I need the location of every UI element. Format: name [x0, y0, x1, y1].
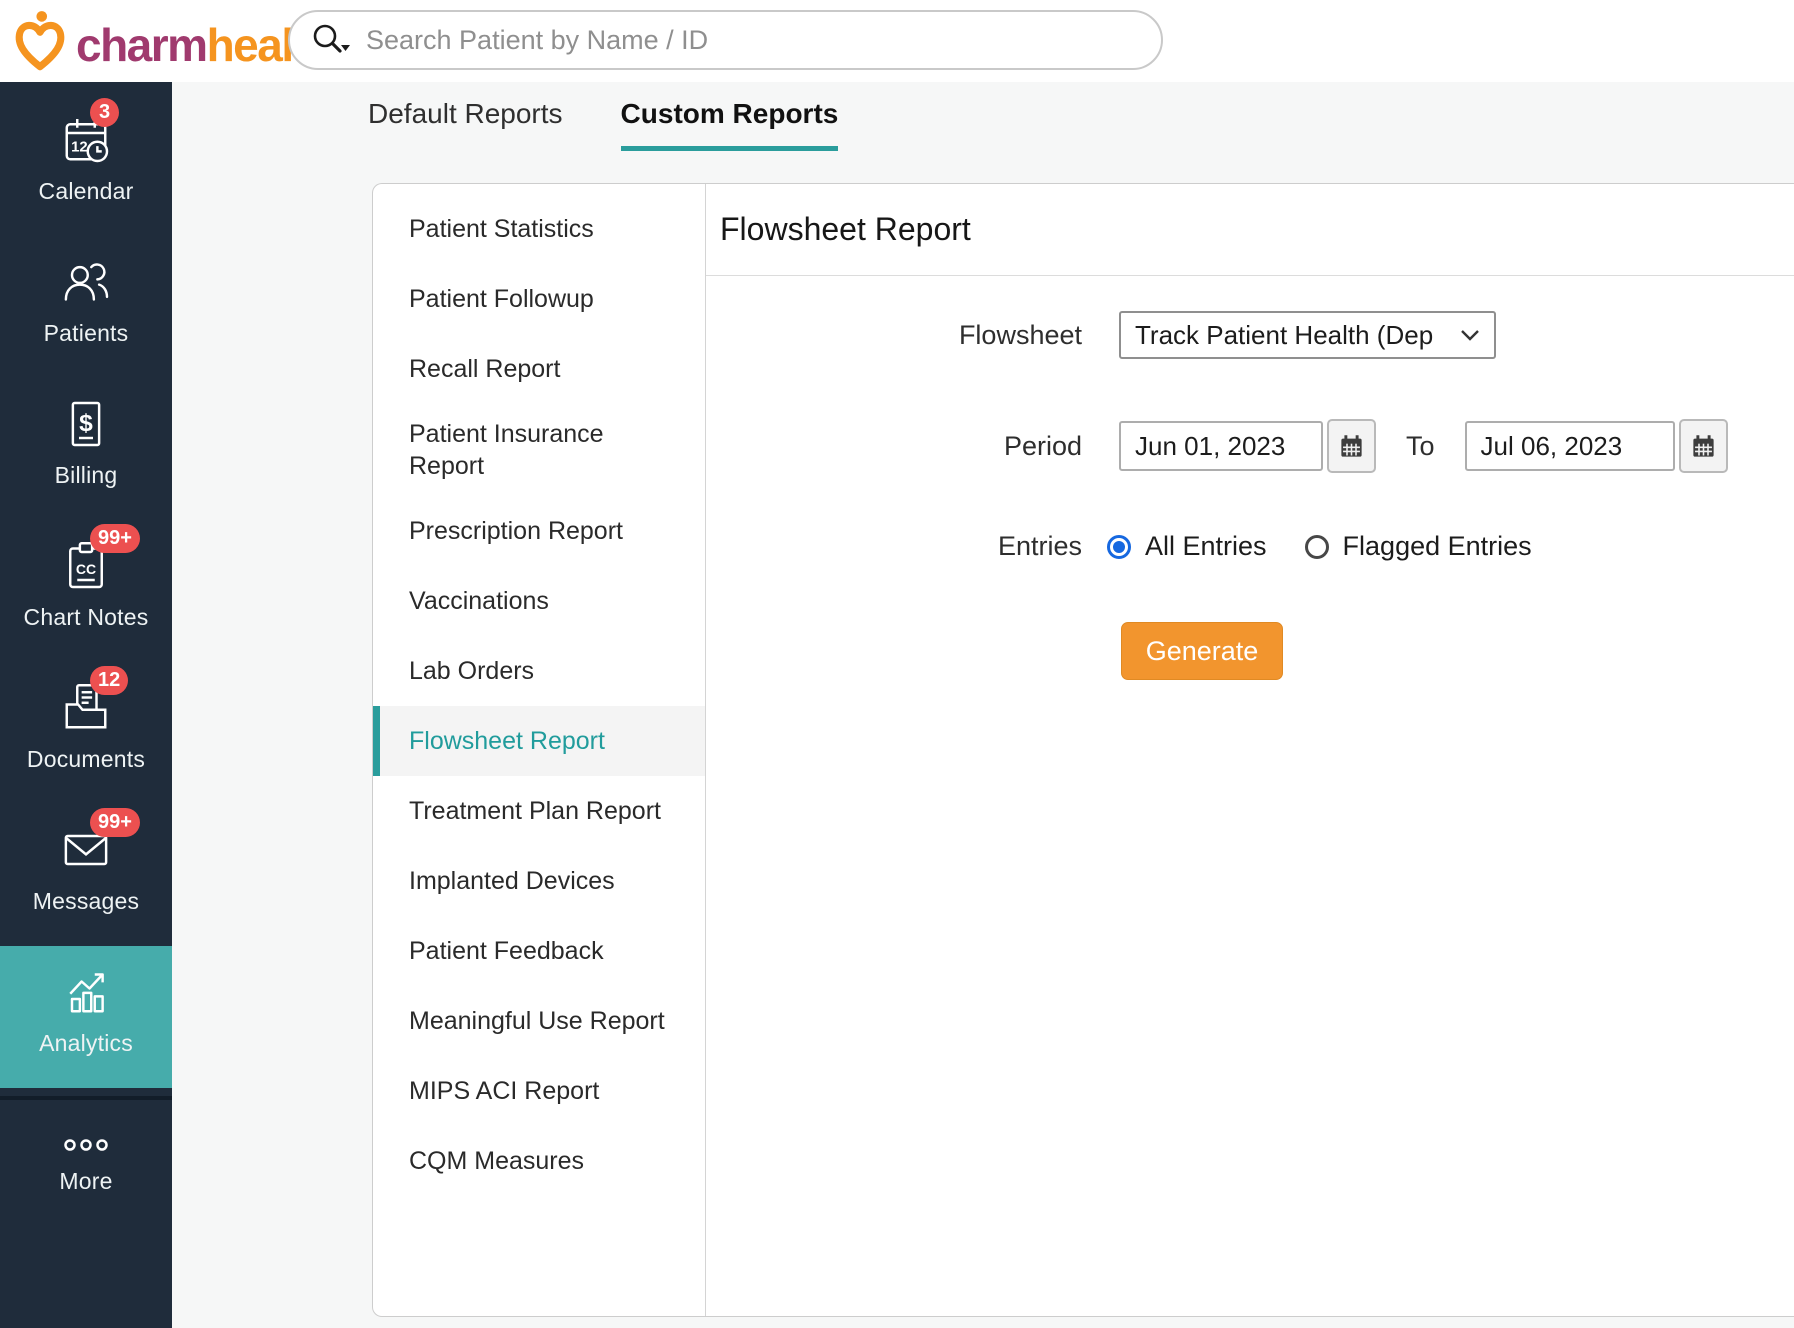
reports-tabs: Default Reports Custom Reports [368, 98, 838, 151]
flowsheet-report-form: Flowsheet Track Patient Health (Dep Peri… [706, 276, 1794, 680]
search-icon[interactable] [310, 22, 352, 58]
sidebar-nav: 12 3 Calendar Patients [0, 82, 172, 1328]
report-item-cqm-measures[interactable]: CQM Measures [373, 1126, 705, 1196]
sidebar-divider [0, 1096, 172, 1100]
sidebar-item-patients[interactable]: Patients [0, 236, 172, 378]
more-dots-icon [58, 1135, 114, 1155]
app-root: charmhealth 12 [0, 0, 1794, 1328]
report-item-patient-insurance-report[interactable]: Patient Insurance Report [373, 404, 705, 496]
actions-row: Generate [706, 622, 1794, 680]
all-entries-label: All Entries [1145, 531, 1267, 562]
svg-text:CC: CC [76, 561, 96, 577]
sidebar-item-label: Billing [55, 462, 118, 489]
top-header: charmhealth [0, 0, 1794, 82]
report-item-patient-statistics[interactable]: Patient Statistics [373, 194, 705, 264]
sidebar-item-calendar[interactable]: 12 3 Calendar [0, 94, 172, 236]
calendar-badge: 3 [90, 98, 119, 127]
period-label: Period [706, 431, 1082, 462]
tab-default-reports[interactable]: Default Reports [368, 98, 563, 151]
analytics-icon [58, 964, 114, 1020]
sidebar-item-label: Messages [33, 888, 139, 915]
report-list: Patient Statistics Patient Followup Reca… [373, 184, 706, 1316]
generate-button[interactable]: Generate [1121, 622, 1283, 680]
flagged-entries-radio[interactable] [1305, 535, 1329, 559]
sidebar-item-label: Documents [27, 746, 145, 773]
sidebar-item-documents[interactable]: 12 Documents [0, 662, 172, 804]
sidebar-item-more[interactable]: More [0, 1108, 172, 1228]
sidebar-item-label: Chart Notes [24, 604, 149, 631]
svg-text:$: $ [79, 410, 93, 437]
report-item-prescription-report[interactable]: Prescription Report [373, 496, 705, 566]
report-item-treatment-plan-report[interactable]: Treatment Plan Report [373, 776, 705, 846]
patient-search-bar[interactable] [288, 10, 1163, 70]
patients-icon [58, 254, 114, 310]
period-to-group: Jul 06, 2023 [1465, 419, 1728, 473]
report-item-implanted-devices[interactable]: Implanted Devices [373, 846, 705, 916]
billing-icon: $ [58, 396, 114, 452]
period-row: Period Jun 01, 2023 [706, 419, 1794, 473]
sidebar-item-label: Patients [44, 320, 129, 347]
calendar-picker-icon [1338, 433, 1365, 460]
report-item-vaccinations[interactable]: Vaccinations [373, 566, 705, 636]
sidebar-item-label: Calendar [39, 178, 134, 205]
sidebar-item-label: More [59, 1168, 112, 1195]
period-to-calendar-button[interactable] [1679, 419, 1728, 473]
brand-logo[interactable]: charmhealth [10, 6, 333, 78]
period-from-group: Jun 01, 2023 [1119, 419, 1376, 473]
svg-text:12: 12 [71, 139, 88, 155]
entries-radio-group: All Entries Flagged Entries [1107, 531, 1532, 562]
flowsheet-select[interactable]: Track Patient Health (Dep [1119, 311, 1496, 359]
chart-notes-badge: 99+ [90, 524, 140, 553]
search-input[interactable] [366, 25, 1141, 56]
entries-row: Entries All Entries Flagged Entries [706, 531, 1794, 562]
brand-name-charm: charm [76, 19, 207, 71]
messages-badge: 99+ [90, 808, 140, 837]
report-item-patient-followup[interactable]: Patient Followup [373, 264, 705, 334]
sidebar-item-label: Analytics [39, 1030, 133, 1057]
flowsheet-label: Flowsheet [706, 320, 1082, 351]
period-to-label: To [1406, 431, 1435, 462]
period-from-calendar-button[interactable] [1327, 419, 1376, 473]
documents-badge: 12 [90, 666, 128, 695]
flowsheet-select-value: Track Patient Health (Dep [1135, 320, 1433, 351]
tab-custom-reports[interactable]: Custom Reports [621, 98, 839, 151]
flagged-entries-label: Flagged Entries [1343, 531, 1532, 562]
sidebar-item-analytics[interactable]: Analytics [0, 946, 172, 1088]
brand-heart-icon [10, 6, 70, 78]
period-to-input[interactable]: Jul 06, 2023 [1465, 421, 1675, 471]
calendar-picker-icon [1690, 433, 1717, 460]
entries-label: Entries [706, 531, 1082, 562]
flowsheet-row: Flowsheet Track Patient Health (Dep [706, 311, 1794, 359]
report-item-meaningful-use-report[interactable]: Meaningful Use Report [373, 986, 705, 1056]
sidebar-item-messages[interactable]: 99+ Messages [0, 804, 172, 946]
report-content: Flowsheet Report Flowsheet Track Patient… [706, 184, 1794, 1316]
report-item-patient-feedback[interactable]: Patient Feedback [373, 916, 705, 986]
report-item-mips-aci-report[interactable]: MIPS ACI Report [373, 1056, 705, 1126]
chevron-down-icon [1460, 329, 1480, 342]
reports-panel: Patient Statistics Patient Followup Reca… [372, 183, 1794, 1317]
sidebar-item-billing[interactable]: $ Billing [0, 378, 172, 520]
period-from-input[interactable]: Jun 01, 2023 [1119, 421, 1323, 471]
report-item-flowsheet-report[interactable]: Flowsheet Report [373, 706, 705, 776]
page-title: Flowsheet Report [706, 184, 1794, 276]
sidebar-item-chart-notes[interactable]: CC 99+ Chart Notes [0, 520, 172, 662]
all-entries-radio[interactable] [1107, 535, 1131, 559]
report-item-lab-orders[interactable]: Lab Orders [373, 636, 705, 706]
report-item-recall-report[interactable]: Recall Report [373, 334, 705, 404]
